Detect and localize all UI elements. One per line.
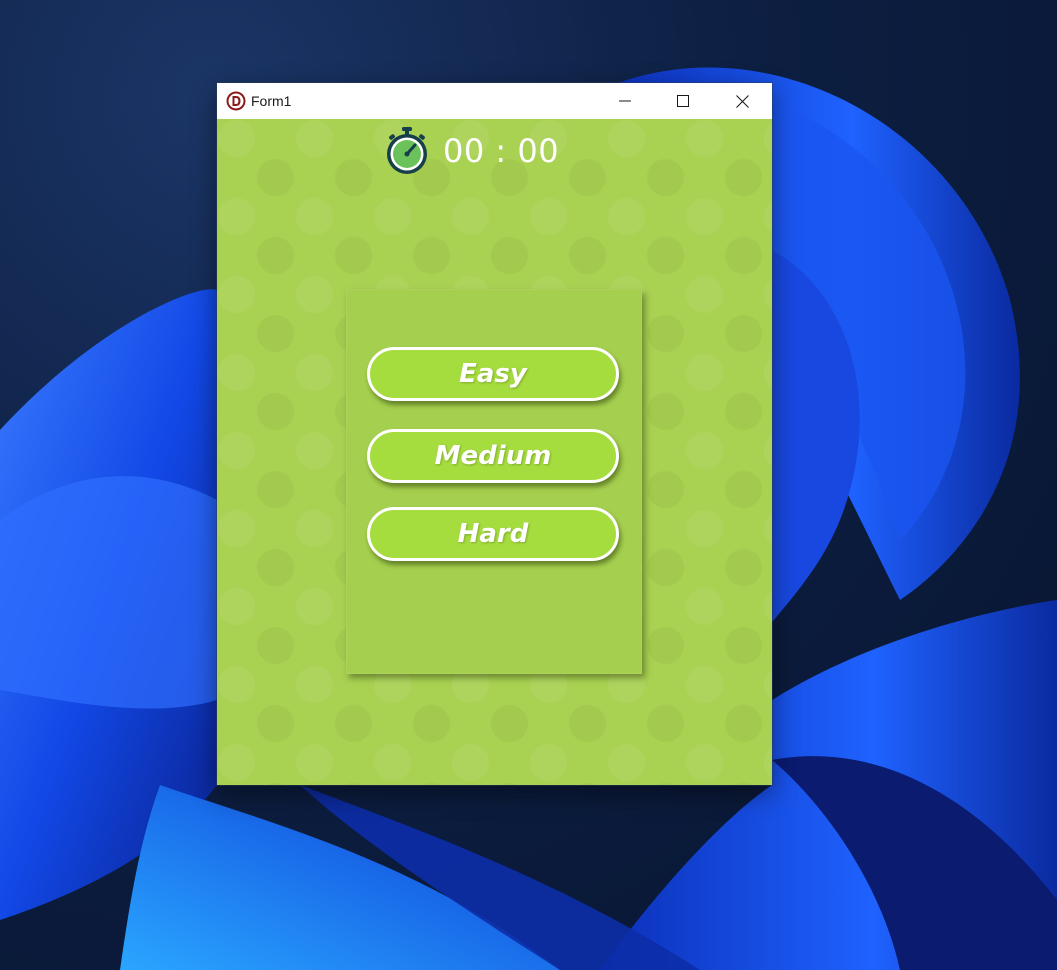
close-icon xyxy=(735,94,749,108)
app-window: Form1 00: 00 Easy Medium Hard xyxy=(217,83,772,785)
stopwatch-icon xyxy=(387,127,427,174)
difficulty-panel: Easy Medium Hard xyxy=(346,289,642,674)
minimize-button[interactable] xyxy=(596,83,654,119)
maximize-button[interactable] xyxy=(654,83,712,119)
timer: 00 : 00 xyxy=(385,125,559,177)
game-area: 00 : 00 Easy Medium Hard xyxy=(217,119,772,785)
window-title: Form1 xyxy=(251,93,292,109)
medium-button-label: Medium xyxy=(434,441,552,471)
desktop-wallpaper: Form1 00: 00 Easy Medium Hard xyxy=(0,0,1057,970)
minimize-icon xyxy=(619,100,631,102)
hard-button[interactable]: Hard xyxy=(367,507,619,561)
maximize-icon xyxy=(677,95,689,107)
timer-display: 00 : 00 xyxy=(443,132,560,170)
delphi-app-icon xyxy=(226,91,246,111)
medium-button[interactable]: Medium xyxy=(367,429,619,483)
window-titlebar[interactable]: Form1 xyxy=(217,83,772,119)
easy-button[interactable]: Easy xyxy=(367,347,619,401)
hard-button-label: Hard xyxy=(457,519,529,549)
easy-button-label: Easy xyxy=(459,359,527,389)
close-button[interactable] xyxy=(712,83,772,119)
